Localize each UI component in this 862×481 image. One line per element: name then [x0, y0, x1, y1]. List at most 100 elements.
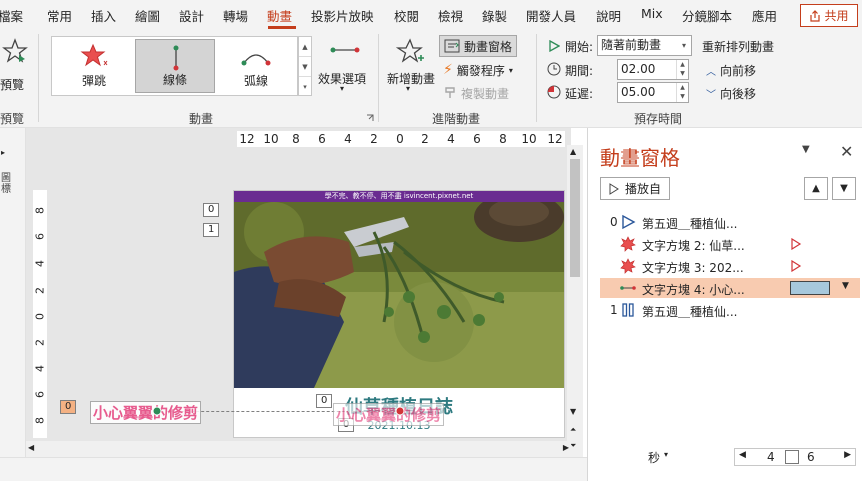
- preview-label: 預覽: [0, 78, 25, 92]
- animation-tag-selected[interactable]: 0: [60, 400, 77, 414]
- chevron-up-icon: ︿: [706, 66, 716, 78]
- start-dropdown-icon[interactable]: ▾: [677, 36, 691, 55]
- tab-animations[interactable]: 動畫: [267, 6, 292, 25]
- slide-photo[interactable]: [234, 202, 564, 388]
- tab-design[interactable]: 設計: [179, 6, 204, 25]
- gallery-scroll-down-icon[interactable]: ▼: [299, 57, 311, 77]
- seconds-label[interactable]: 秒: [648, 449, 660, 466]
- gallery-item-arc[interactable]: 弧線: [216, 39, 296, 93]
- effect-options-button[interactable]: 效果選項 ▾: [318, 36, 370, 100]
- animation-tag[interactable]: 0: [203, 203, 220, 217]
- tab-home[interactable]: 常用: [47, 6, 72, 25]
- pane-timeline-footer: 秒 ▾ ◀ 4 6 ▶: [588, 444, 862, 474]
- animation-gallery: 彈跳 線條 弧線: [51, 36, 298, 96]
- start-select[interactable]: 隨著前動畫 ▾: [597, 35, 692, 56]
- move-later-button[interactable]: ﹀ 向後移: [706, 82, 756, 104]
- play-from-button[interactable]: 播放自: [600, 177, 670, 200]
- add-animation-chevron-icon: ▾: [406, 84, 411, 93]
- start-label: 開始:: [565, 40, 594, 54]
- scroll-right-icon[interactable]: ▶: [563, 443, 569, 452]
- animation-tag[interactable]: 1: [203, 223, 220, 237]
- share-button[interactable]: 共用: [800, 4, 858, 27]
- bounce-star-icon: [80, 43, 108, 67]
- tab-view[interactable]: 檢視: [438, 6, 463, 25]
- tab-storyboard[interactable]: 分鏡腳本: [682, 6, 732, 25]
- anim-list-item[interactable]: 0 第五週＿種植仙...: [600, 212, 860, 232]
- timeline-ruler[interactable]: ◀ 4 6 ▶: [734, 448, 856, 466]
- timeline-start: 4: [767, 450, 775, 464]
- tab-apps[interactable]: 應用: [752, 6, 777, 25]
- vertical-scrollbar[interactable]: ▲ ▼ ⏶ ⏷: [567, 145, 583, 460]
- tab-draw[interactable]: 繪圖: [135, 6, 160, 25]
- anim-list-item-selected[interactable]: 文字方塊 4: 小心... ▼: [600, 278, 860, 298]
- scroll-up-icon[interactable]: ▲: [570, 147, 576, 156]
- anim-list-item[interactable]: 1 第五週＿種植仙...: [600, 300, 860, 320]
- tab-developer[interactable]: 開發人員: [526, 6, 576, 25]
- path-start-icon: [152, 406, 162, 416]
- start-play-icon: [549, 40, 560, 52]
- line-path-icon: [620, 286, 636, 290]
- tab-file[interactable]: 檔案: [0, 6, 23, 25]
- scroll-down-icon[interactable]: ▼: [570, 407, 576, 416]
- expand-thumbnails-icon[interactable]: ▸: [1, 148, 5, 157]
- anim-item-label: 第五週＿種植仙...: [642, 305, 738, 319]
- effect-options-chevron-icon: ▾: [340, 84, 345, 93]
- prev-slide-icon[interactable]: ⏶: [570, 425, 576, 435]
- item-dropdown-icon[interactable]: ▼: [842, 281, 849, 291]
- reorder-label: 重新排列動畫: [702, 40, 775, 54]
- preview-button[interactable]: 預覽: [0, 36, 30, 96]
- timeline-marker-icon: [791, 238, 802, 250]
- delay-input[interactable]: 05.00 ▲ ▼: [617, 82, 689, 103]
- duration-spinner[interactable]: ▲ ▼: [676, 60, 688, 79]
- close-icon[interactable]: ✕: [840, 142, 853, 161]
- thumbnail-strip[interactable]: ▸ 圖標: [0, 128, 26, 481]
- caution-text-box[interactable]: 小心翼翼的修剪: [90, 401, 202, 424]
- tab-slideshow[interactable]: 投影片放映: [311, 6, 374, 25]
- timeline-bar[interactable]: [790, 281, 830, 295]
- gallery-item-bounce[interactable]: 彈跳: [54, 39, 134, 93]
- separator: [38, 34, 39, 122]
- slide[interactable]: 學不完、教不停、用不盡 isvincent.pixnet.net 仙草種植日誌 …: [233, 190, 565, 438]
- timeline-right-icon[interactable]: ▶: [844, 450, 851, 460]
- scroll-thumb[interactable]: [570, 159, 580, 277]
- anim-list-item[interactable]: 文字方塊 2: 仙草...: [600, 234, 860, 254]
- gallery-scroll-up-icon[interactable]: ▲: [299, 37, 311, 57]
- gallery-scroll[interactable]: ▲ ▼ ▾: [298, 36, 312, 96]
- seconds-dropdown-icon[interactable]: ▾: [664, 450, 668, 459]
- add-animation-button[interactable]: 新增動畫 ▾: [384, 36, 436, 100]
- animation-pane-button[interactable]: 動畫窗格: [439, 35, 518, 57]
- tab-transitions[interactable]: 轉場: [223, 6, 248, 25]
- horizontal-scrollbar[interactable]: ◀ ▶: [26, 441, 571, 457]
- gallery-more-icon[interactable]: ▾: [299, 77, 311, 97]
- slide-banner: 學不完、教不停、用不盡 isvincent.pixnet.net: [234, 191, 564, 202]
- anim-item-number: 0: [610, 215, 618, 229]
- tab-insert[interactable]: 插入: [91, 6, 116, 25]
- timeline-scroll-thumb[interactable]: [785, 450, 799, 464]
- gallery-item-line[interactable]: 線條: [135, 39, 215, 93]
- duration-value: 02.00: [621, 62, 656, 76]
- ruler-tick: 6: [473, 132, 481, 146]
- tab-mix[interactable]: Mix: [641, 6, 663, 21]
- pane-options-icon[interactable]: ▼: [802, 144, 810, 155]
- move-earlier-button[interactable]: ︿ 向前移: [706, 59, 756, 81]
- anim-list-item[interactable]: 文字方塊 3: 202...: [600, 256, 860, 276]
- ruler-tick: 4: [447, 132, 455, 146]
- trigger-button[interactable]: ⚡ 觸發程序 ▾: [443, 59, 513, 81]
- clock-icon: [547, 62, 561, 76]
- triangle-up-icon: ▲: [812, 183, 820, 194]
- anim-item-label: 文字方塊 2: 仙草...: [642, 239, 745, 253]
- tab-review[interactable]: 校閱: [394, 6, 419, 25]
- move-up-button[interactable]: ▲: [804, 177, 828, 200]
- share-label: 共用: [824, 9, 849, 23]
- pause-icon: [622, 303, 634, 317]
- delay-spinner[interactable]: ▲ ▼: [676, 83, 688, 102]
- tab-help[interactable]: 說明: [596, 6, 621, 25]
- timeline-left-icon[interactable]: ◀: [739, 450, 746, 460]
- tab-record[interactable]: 錄製: [482, 6, 507, 25]
- animation-painter-button[interactable]: 複製動畫: [443, 82, 509, 104]
- animation-tag[interactable]: 0: [316, 394, 333, 408]
- move-down-button[interactable]: ▼: [832, 177, 856, 200]
- duration-input[interactable]: 02.00 ▲ ▼: [617, 59, 689, 80]
- dialog-launcher-icon[interactable]: [366, 114, 374, 122]
- scroll-left-icon[interactable]: ◀: [28, 443, 34, 452]
